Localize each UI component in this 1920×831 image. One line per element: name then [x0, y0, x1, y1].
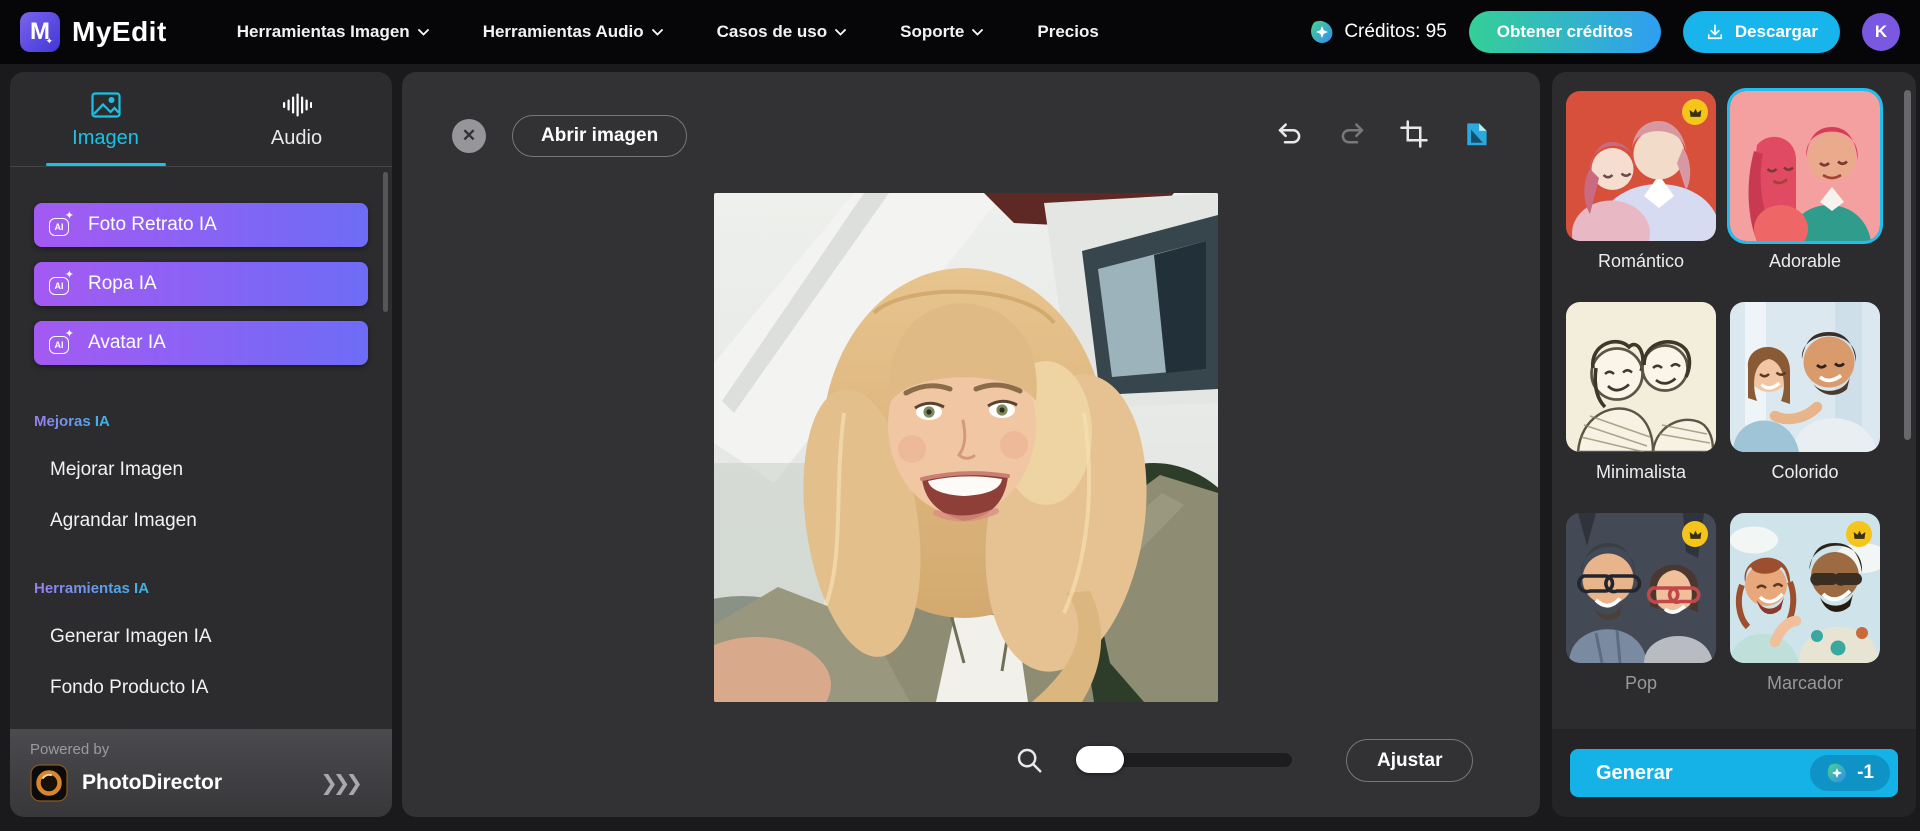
zoom-slider[interactable]	[1078, 753, 1292, 767]
credits-display: Créditos: 95	[1309, 19, 1446, 45]
sidebar-item-mejorar-imagen[interactable]: Mejorar Imagen	[34, 459, 368, 481]
media-tabs: Imagen Audio	[10, 72, 392, 166]
crop-icon	[1399, 119, 1429, 149]
nav-herramientas-audio[interactable]: Herramientas Audio	[483, 22, 663, 42]
ai-feature-buttons: AI✦ Foto Retrato IA AI✦ Ropa IA AI✦ Avat…	[10, 167, 392, 365]
style-label: Romántico	[1566, 251, 1716, 272]
style-label: Pop	[1566, 673, 1716, 694]
canvas-toolbar	[1274, 118, 1492, 150]
style-card-colorido[interactable]: Colorido	[1730, 302, 1880, 483]
active-tab-underline	[46, 163, 166, 166]
close-image-button[interactable]: ✕	[452, 119, 486, 153]
undo-button[interactable]	[1274, 118, 1306, 150]
zoom-slider-thumb[interactable]	[1076, 746, 1124, 773]
photodirector-logo-icon	[30, 764, 68, 802]
style-label: Colorido	[1730, 462, 1880, 483]
crop-button[interactable]	[1398, 118, 1430, 150]
canvas-image[interactable]	[714, 193, 1218, 702]
ai-sparkle-icon: AI✦	[49, 214, 74, 236]
main-nav: Herramientas Imagen Herramientas Audio C…	[237, 22, 1099, 42]
style-card-romantico[interactable]: Romántico	[1566, 91, 1716, 272]
nav-soporte[interactable]: Soporte	[900, 22, 983, 42]
styles-panel-scrollbar[interactable]	[1904, 90, 1911, 440]
styles-panel: Romántico	[1552, 72, 1916, 817]
sidebar-item-fondo-producto-ia[interactable]: Fondo Producto IA	[34, 677, 368, 699]
zoom-controls: Ajustar	[402, 737, 1540, 785]
foto-retrato-ia-button[interactable]: AI✦ Foto Retrato IA	[34, 203, 368, 247]
credit-cost-badge: -1	[1810, 755, 1890, 791]
sidebar-item-generar-imagen-ia[interactable]: Generar Imagen IA	[34, 626, 368, 648]
chevrons-right-icon: ❯❯❯	[320, 771, 372, 796]
generate-bar: Generar -1	[1552, 729, 1916, 817]
chevron-down-icon	[972, 29, 983, 36]
tools-sidebar: Imagen Audio AI✦ Foto Retrato	[10, 72, 392, 817]
redo-button[interactable]	[1336, 118, 1368, 150]
navbar-right: Créditos: 95 Obtener créditos Descargar …	[1309, 11, 1900, 53]
style-card-adorable[interactable]: Adorable	[1730, 91, 1880, 272]
editor-canvas: ✕ Abrir imagen	[402, 72, 1540, 817]
top-navbar: M✦ MyEdit Herramientas Imagen Herramient…	[0, 0, 1920, 64]
get-credits-button[interactable]: Obtener créditos	[1469, 11, 1661, 53]
open-image-button[interactable]: Abrir imagen	[512, 115, 687, 157]
redo-icon	[1337, 119, 1367, 149]
credit-coin-icon	[1826, 762, 1848, 784]
style-thumbnail-illustration	[1566, 302, 1716, 452]
styles-grid: Romántico	[1552, 72, 1916, 694]
premium-crown-badge	[1682, 521, 1708, 547]
fit-button[interactable]: Ajustar	[1346, 739, 1473, 782]
ai-sparkle-icon: AI✦	[49, 273, 74, 295]
tab-imagen[interactable]: Imagen	[10, 92, 201, 166]
section-title-herramientas-ia: Herramientas IA	[34, 580, 149, 597]
chevron-down-icon	[835, 29, 846, 36]
generate-button[interactable]: Generar -1	[1570, 749, 1898, 797]
style-card-pop[interactable]: Pop	[1566, 513, 1716, 694]
download-button[interactable]: Descargar	[1683, 11, 1840, 53]
avatar-ia-button[interactable]: AI✦ Avatar IA	[34, 321, 368, 365]
user-avatar[interactable]: K	[1862, 13, 1900, 51]
nav-precios[interactable]: Precios	[1037, 22, 1098, 42]
style-thumbnail-illustration	[1730, 91, 1880, 241]
myedit-app: M✦ MyEdit Herramientas Imagen Herramient…	[0, 0, 1920, 831]
nav-herramientas-imagen[interactable]: Herramientas Imagen	[237, 22, 429, 42]
style-thumbnail-illustration	[1730, 302, 1880, 452]
style-label: Adorable	[1730, 251, 1880, 272]
powered-by-photodirector-banner[interactable]: Powered by PhotoDirector ❯❯❯	[10, 729, 392, 817]
sidebar-scrollbar[interactable]	[383, 172, 388, 312]
chevron-down-icon	[418, 29, 429, 36]
brand-logo-link[interactable]: M✦ MyEdit	[20, 12, 167, 52]
ai-sparkle-icon: AI✦	[49, 332, 74, 354]
audio-waveform-icon	[282, 92, 312, 118]
tab-audio[interactable]: Audio	[201, 92, 392, 166]
nav-casos-de-uso[interactable]: Casos de uso	[717, 22, 847, 42]
powered-by-label: Powered by	[30, 741, 372, 758]
premium-crown-badge	[1846, 521, 1872, 547]
style-card-marcador[interactable]: Marcador	[1730, 513, 1880, 694]
premium-crown-badge	[1682, 99, 1708, 125]
sidebar-item-agrandar-imagen[interactable]: Agrandar Imagen	[34, 510, 368, 532]
undo-icon	[1275, 119, 1305, 149]
photodirector-name: PhotoDirector	[82, 771, 222, 795]
style-label: Marcador	[1730, 673, 1880, 694]
style-card-minimalista[interactable]: Minimalista	[1566, 302, 1716, 483]
image-icon	[91, 92, 121, 118]
brand-name: MyEdit	[72, 16, 167, 48]
page-curl-icon	[1461, 119, 1491, 149]
ropa-ia-button[interactable]: AI✦ Ropa IA	[34, 262, 368, 306]
chevron-down-icon	[652, 29, 663, 36]
download-icon	[1705, 22, 1725, 42]
section-title-mejoras-ia: Mejoras IA	[34, 413, 110, 430]
credits-count: Créditos: 95	[1344, 21, 1446, 43]
myedit-logo-icon: M✦	[20, 12, 60, 52]
credit-coin-icon	[1309, 19, 1335, 45]
style-label: Minimalista	[1566, 462, 1716, 483]
compare-original-button[interactable]	[1460, 118, 1492, 150]
sidebar-sections: Mejoras IA Mejorar Imagen Agrandar Image…	[10, 413, 392, 750]
magnifier-icon	[1014, 745, 1044, 775]
